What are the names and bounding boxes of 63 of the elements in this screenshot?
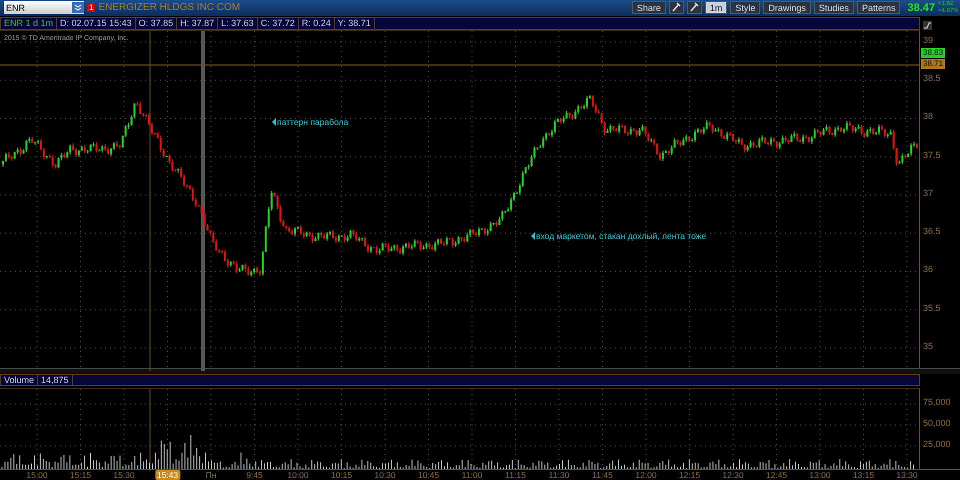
info-cell: R: 0.24: [298, 18, 335, 29]
time-label: 10:15: [330, 470, 354, 480]
volume-value: 14,875: [38, 374, 73, 385]
volume-label: 50,000: [923, 418, 951, 428]
time-label: 12:45: [764, 470, 788, 480]
time-label: 13:30: [895, 470, 919, 480]
time-label: 13:00: [808, 470, 832, 480]
toolbar-button[interactable]: Patterns: [856, 1, 900, 14]
tool-icon[interactable]: [668, 1, 684, 14]
time-label: 12:30: [721, 470, 745, 480]
marker-icon: [531, 232, 535, 240]
info-cell: Y: 38.71: [334, 18, 375, 29]
time-label: 15:30: [112, 470, 136, 480]
time-label: 15:15: [68, 470, 92, 480]
volume-title: Volume: [1, 374, 38, 385]
toolbar-button[interactable]: Style: [730, 1, 760, 14]
dropdown-icon[interactable]: [72, 2, 84, 14]
toolbar-button[interactable]: Studies: [814, 1, 854, 14]
time-label: 9:45: [245, 470, 264, 480]
price-marker: 38.83: [921, 48, 946, 58]
company-name: ENERGIZER HLDGS INC COM: [98, 2, 240, 14]
info-cell: D: 02.07.15 15:43: [57, 18, 136, 29]
time-label: 15:43: [154, 470, 180, 480]
price-label: 37.5: [923, 150, 941, 160]
info-cell: C: 37.72: [258, 18, 299, 29]
price-label: 36: [923, 264, 934, 274]
info-cell: O: 37.85: [136, 18, 178, 29]
tool-icon[interactable]: [686, 1, 702, 14]
time-label: 13:15: [852, 470, 876, 480]
time-label: 11:15: [504, 470, 527, 480]
annotation-text: паттерн парабола: [277, 116, 348, 127]
time-label: 11:00: [460, 470, 484, 480]
toolbar-button[interactable]: Share: [632, 1, 666, 14]
info-cell: L: 37.63: [218, 18, 258, 29]
volume-label: 25,000: [923, 438, 951, 449]
time-label: Пн: [204, 470, 218, 480]
price-label: 38: [923, 111, 934, 122]
last-price: 38.47: [907, 2, 935, 14]
volume-label: 75,000: [923, 396, 951, 407]
time-label: 10:30: [373, 470, 397, 480]
price-marker: 38.71: [921, 58, 946, 69]
price-label: 35.5: [923, 302, 941, 313]
time-label: 15:00: [25, 470, 49, 480]
price-label: 36.5: [923, 226, 941, 236]
time-label: 12:15: [678, 470, 702, 480]
price-label: 39: [923, 34, 934, 45]
price-label: 35: [923, 340, 934, 351]
timeframe-button[interactable]: 1m: [704, 1, 728, 14]
symbol-field[interactable]: ENR: [4, 1, 84, 14]
time-label: 10:45: [416, 470, 440, 480]
time-label: 11:30: [548, 470, 570, 480]
marker-icon: [272, 118, 276, 126]
alert-badge[interactable]: 1: [87, 3, 96, 12]
time-label: 12:00: [634, 470, 658, 480]
price-label: 37: [923, 188, 934, 198]
info-cell: ENR 1 d 1m: [1, 18, 58, 29]
time-label: 11:45: [591, 470, 614, 480]
annotation-text: вход маркетом, стакан дохлый, лента тоже: [536, 230, 706, 241]
toolbar-button[interactable]: Drawings: [763, 1, 811, 14]
price-label: 38.5: [923, 73, 941, 84]
info-cell: H: 37.87: [177, 18, 218, 29]
expand-icon[interactable]: [923, 20, 932, 30]
time-label: 10:00: [286, 470, 310, 480]
